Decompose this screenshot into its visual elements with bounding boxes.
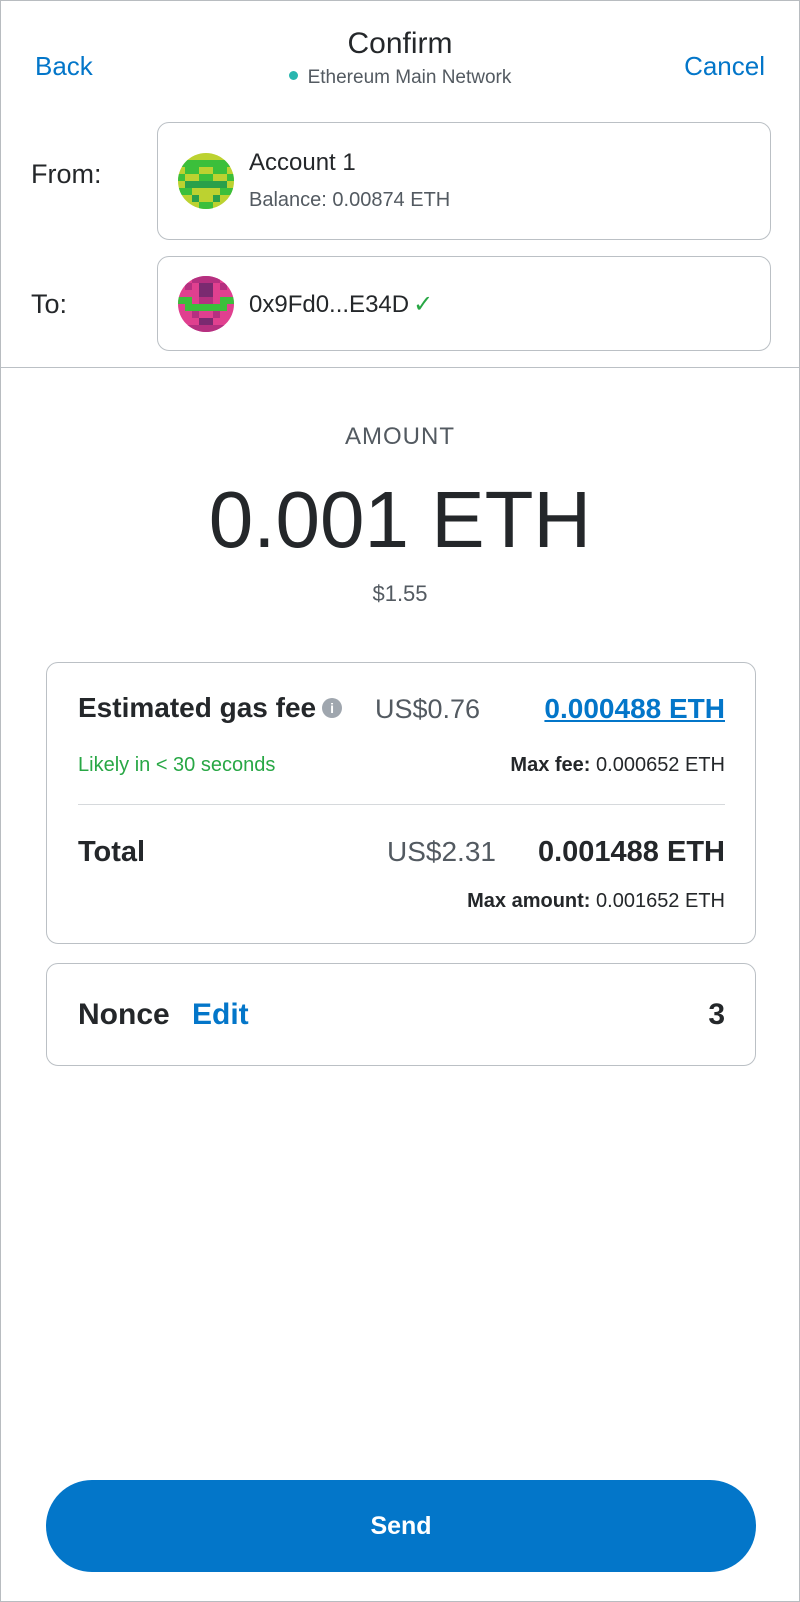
to-label: To: — [31, 289, 68, 319]
from-label: From: — [31, 159, 102, 189]
cancel-button[interactable]: Cancel — [684, 51, 765, 82]
to-address-text: 0x9Fd0...E34D — [249, 291, 410, 318]
network-indicator: Ethereum Main Network — [1, 67, 799, 89]
from-account-name: Account 1 — [249, 149, 356, 176]
amount-label: AMOUNT — [345, 423, 455, 450]
nonce-value: 3 — [708, 998, 725, 1031]
gas-fee-usd: US$0.76 — [375, 694, 481, 724]
max-fee-value: 0.000652 ETH — [596, 754, 725, 776]
max-fee: Max fee: 0.000652 ETH — [510, 754, 725, 777]
gas-fee-eth-link[interactable]: 0.000488 ETH — [544, 693, 725, 725]
total-usd: US$2.31 — [387, 836, 496, 867]
checkmark-icon: ✓ — [413, 291, 434, 318]
max-fee-label: Max fee: — [510, 754, 591, 776]
card-divider — [78, 804, 725, 805]
nonce-label: Nonce — [78, 998, 170, 1031]
from-account-box[interactable]: Account 1 Balance: 0.00874 ETH — [157, 122, 771, 240]
send-button[interactable]: Send — [46, 1480, 756, 1572]
info-icon[interactable]: i — [322, 697, 343, 718]
network-name: Ethereum Main Network — [307, 67, 512, 88]
nonce-edit-button[interactable]: Edit — [192, 998, 249, 1032]
network-status-dot-icon — [288, 71, 298, 81]
amount-value: 0.001 ETH — [208, 475, 592, 564]
gas-fee-title: Estimated gas fee i — [78, 692, 343, 724]
max-amount: Max amount: 0.001652 ETH — [467, 890, 725, 913]
from-account-balance: Balance: 0.00874 ETH — [249, 189, 451, 211]
max-amount-value: 0.001652 ETH — [596, 890, 725, 912]
total-eth: 0.001488 ETH — [537, 836, 725, 868]
max-amount-label: Max amount: — [467, 890, 591, 912]
header: Back Confirm Ethereum Main Network Cance… — [1, 1, 799, 111]
nonce-card: Nonce Edit 3 — [46, 963, 756, 1066]
to-account-box[interactable]: 0x9Fd0...E34D ✓ — [157, 256, 771, 351]
gas-fee-card: Estimated gas fee i US$0.76 0.000488 ETH … — [46, 662, 756, 944]
confirm-screen: Back Confirm Ethereum Main Network Cance… — [0, 0, 800, 1602]
total-label: Total — [78, 836, 146, 868]
to-address: 0x9Fd0...E34D ✓ — [249, 290, 433, 319]
to-account-avatar — [178, 276, 234, 332]
gas-time-estimate: Likely in < 30 seconds — [78, 754, 276, 776]
page-title: Confirm — [347, 27, 453, 60]
header-divider — [1, 367, 799, 368]
amount-fiat: $1.55 — [372, 581, 428, 606]
from-account-avatar — [178, 153, 234, 209]
gas-fee-title-text: Estimated gas fee — [78, 692, 317, 723]
